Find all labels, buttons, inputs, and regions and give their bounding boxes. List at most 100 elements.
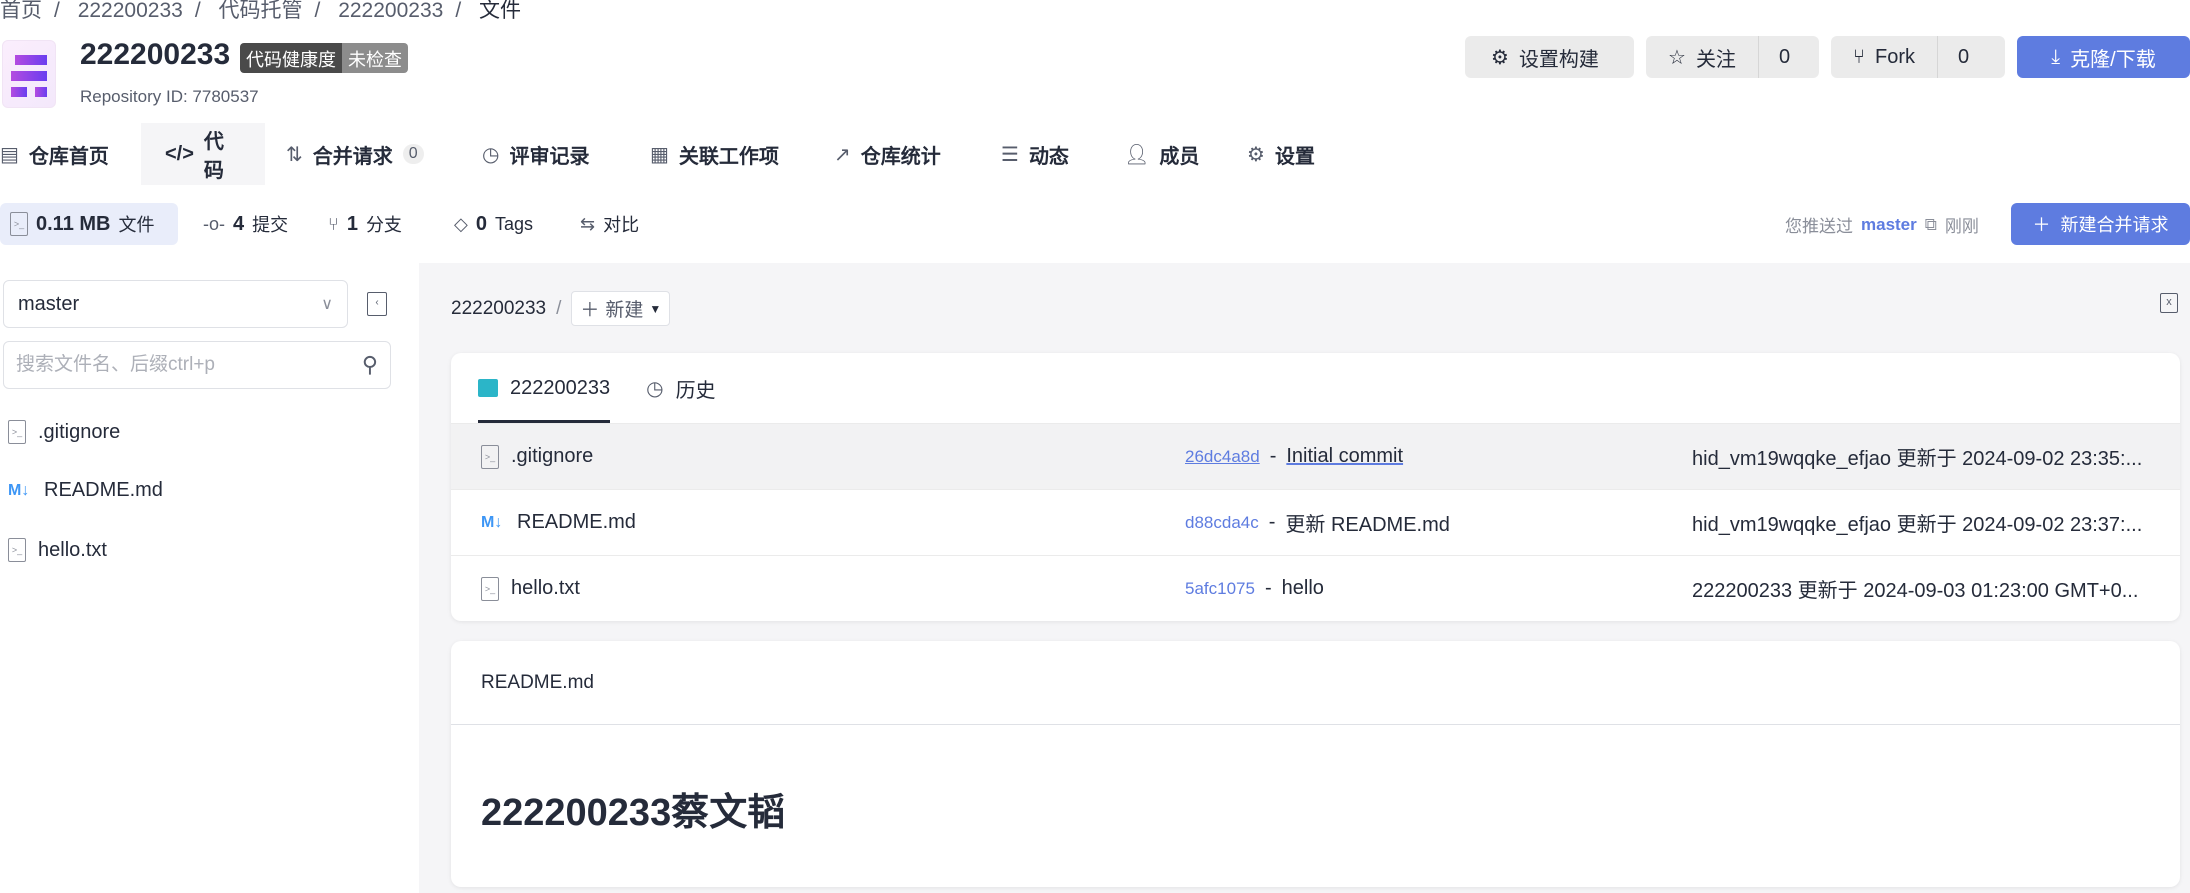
markdown-icon: M↓: [481, 513, 503, 531]
tag-icon: ◇: [454, 213, 468, 234]
gear-icon: ⚙: [1247, 143, 1265, 166]
file-name[interactable]: .gitignore: [511, 445, 593, 468]
commit-message[interactable]: Initial commit: [1286, 445, 1403, 468]
new-file-dropdown[interactable]: ＋新建 ▼: [571, 291, 671, 326]
breadcrumb-repo[interactable]: 222200233: [338, 0, 443, 22]
markdown-icon: M↓: [8, 481, 30, 499]
update-info: hid_vm19wqqke_efjao 更新于 2024-09-02 23:37…: [1692, 514, 2143, 536]
list-icon: ☰: [1001, 143, 1019, 166]
chart-icon: ↗: [834, 143, 851, 166]
plus-icon: ＋: [580, 300, 600, 321]
document-icon: ▤: [0, 143, 19, 166]
gear-icon: ⚙: [1491, 46, 1509, 69]
table-row[interactable]: >_ .gitignore 26dc4a8d - Initial commit hid…: [451, 423, 2180, 489]
breadcrumb-codehub[interactable]: 代码托管: [219, 0, 303, 22]
path-root[interactable]: 222200233: [451, 298, 546, 320]
merge-count-badge: 0: [402, 144, 424, 164]
watch-count: 0: [1757, 36, 1810, 78]
watch-button[interactable]: ☆ 关注 0: [1646, 36, 1819, 78]
breadcrumb-current: 文件: [479, 0, 521, 22]
settings-build-button[interactable]: ⚙ 设置构建: [1465, 36, 1634, 78]
file-search[interactable]: ⚲: [3, 341, 391, 389]
file-icon: >_: [481, 444, 499, 469]
breadcrumb: 首页/ 222200233/ 代码托管/ 222200233/ 文件: [0, 0, 521, 22]
commit-icon: -o-: [203, 213, 225, 234]
readme-heading: 222200233蔡文韬: [481, 792, 786, 834]
file-name[interactable]: README.md: [517, 511, 636, 534]
stat-branches[interactable]: ⑂ 1 分支: [328, 203, 402, 245]
update-info: hid_vm19wqqke_efjao 更新于 2024-09-02 23:35…: [1692, 448, 2143, 470]
copy-icon[interactable]: ⧉: [1925, 215, 1937, 235]
plus-icon: ＋: [2032, 215, 2051, 235]
file-icon: >_: [8, 420, 26, 444]
table-row[interactable]: >_ hello.txt 5afc1075- hello 222200233 更新于…: [451, 555, 2180, 621]
download-icon: ⤓: [2051, 45, 2061, 68]
user-icon: 👤︎: [1124, 143, 1150, 166]
readme-card: README.md 222200233蔡文韬: [451, 641, 2180, 887]
file-search-input[interactable]: [16, 354, 336, 376]
health-status: 未检查: [342, 43, 408, 73]
file-list-card: 222200233 ◷ 历史 >_ .gitignore 26dc4a8d - Init…: [451, 353, 2180, 621]
tab-files[interactable]: 222200233: [478, 353, 611, 423]
compare-icon: ⇆: [580, 213, 596, 234]
branch-select[interactable]: master ∨: [3, 280, 348, 328]
repository-id: Repository ID: 7780537: [80, 87, 259, 106]
caret-down-icon: ▼: [649, 301, 662, 316]
file-icon: >_: [8, 538, 26, 562]
fork-icon: ⑂: [1853, 45, 1865, 68]
search-icon[interactable]: ⚲: [362, 352, 378, 378]
path-breadcrumb: 222200233 / ＋新建 ▼: [451, 291, 671, 326]
review-icon: ◷: [482, 143, 500, 166]
commit-hash[interactable]: 26dc4a8d: [1185, 447, 1260, 467]
clone-download-button[interactable]: ⤓ 克隆/下载: [2017, 36, 2190, 78]
collapse-sidebar-icon[interactable]: ‹: [367, 292, 387, 316]
sidebar-file[interactable]: >_ hello.txt: [8, 538, 107, 562]
star-icon: ☆: [1668, 46, 1686, 69]
sidebar-file[interactable]: >_ .gitignore: [8, 420, 120, 444]
commit-hash[interactable]: 5afc1075: [1185, 579, 1255, 599]
tab-code[interactable]: </> 代码: [141, 123, 265, 185]
file-icon: >_: [481, 576, 499, 601]
tab-settings[interactable]: ⚙ 设置: [1247, 123, 1315, 185]
sidebar-file[interactable]: M↓ README.md: [8, 479, 163, 502]
file-icon: >_: [10, 212, 28, 236]
tab-repo-home[interactable]: ▤ 仓库首页: [0, 123, 109, 185]
folder-icon: [478, 379, 498, 397]
table-row[interactable]: M↓ README.md d88cda4c - 更新 README.md hid_vm…: [451, 489, 2180, 555]
stat-commits[interactable]: -o- 4 提交: [203, 203, 288, 245]
commit-message[interactable]: 更新 README.md: [1285, 508, 1449, 537]
tab-review-records[interactable]: ◷ 评审记录: [482, 123, 589, 185]
commit-hash[interactable]: d88cda4c: [1185, 513, 1259, 533]
code-icon: </>: [165, 142, 194, 165]
breadcrumb-project[interactable]: 222200233: [78, 0, 183, 22]
new-merge-request-button[interactable]: ＋新建合并请求: [2011, 203, 2190, 245]
repo-title: 222200233: [80, 38, 231, 71]
health-label: 代码健康度: [240, 43, 342, 73]
repo-logo: [2, 40, 56, 108]
tab-activity[interactable]: ☰ 动态: [1001, 123, 1069, 185]
fork-count: 0: [1937, 36, 1989, 78]
tab-history[interactable]: ◷ 历史: [646, 353, 715, 423]
tab-work-items[interactable]: ▦ 关联工作项: [650, 123, 779, 185]
update-info: 222200233 更新于 2024-09-03 01:23:00 GMT+0.…: [1692, 580, 2139, 602]
breadcrumb-home[interactable]: 首页: [0, 0, 42, 22]
merge-icon: ⇅: [286, 143, 303, 166]
fullscreen-icon[interactable]: x: [2160, 293, 2178, 313]
stat-size[interactable]: >_ 0.11 MB 文件: [0, 203, 178, 245]
list-doc-icon: ▦: [650, 143, 669, 166]
push-branch-link[interactable]: master: [1861, 215, 1917, 235]
chevron-down-icon: ∨: [321, 296, 333, 313]
tab-members[interactable]: 👤︎ 成员: [1124, 123, 1199, 185]
branch-icon: ⑂: [328, 213, 339, 234]
readme-filename: README.md: [451, 641, 2180, 725]
fork-button[interactable]: ⑂ Fork 0: [1831, 36, 2005, 78]
tab-repo-stats[interactable]: ↗ 仓库统计: [834, 123, 941, 185]
stat-tags[interactable]: ◇ 0 Tags: [454, 203, 533, 245]
compare-link[interactable]: ⇆ 对比: [580, 203, 639, 245]
tab-merge-requests[interactable]: ⇅ 合并请求 0: [286, 123, 424, 185]
commit-message[interactable]: hello: [1282, 577, 1324, 600]
push-notice: 您推送过 master ⧉ 刚刚: [1785, 214, 1979, 237]
file-name[interactable]: hello.txt: [511, 577, 580, 600]
history-icon: ◷: [646, 377, 664, 400]
health-badge[interactable]: 代码健康度 未检查: [240, 43, 408, 73]
